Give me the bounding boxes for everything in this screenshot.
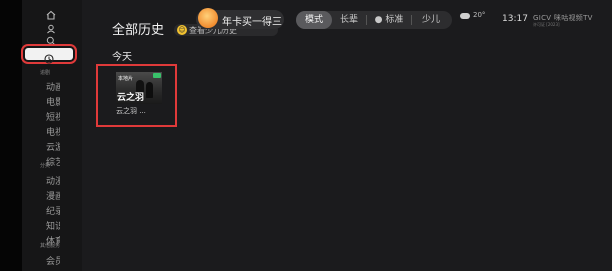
sidebar-heading-1: 追剧 (40, 70, 51, 76)
history-item-card[interactable]: 本地片 云之羽 云之羽 ... (96, 64, 177, 127)
history-item-title: 云之羽 ... (116, 107, 146, 115)
thumbnail-figure (146, 82, 153, 98)
sidebar-item[interactable]: 知识 (46, 219, 60, 232)
home-icon[interactable] (46, 10, 56, 20)
video-thumbnail: 本地片 云之羽 (116, 72, 162, 104)
cloud-icon (460, 13, 470, 19)
check-icon: ● (374, 15, 383, 25)
sidebar-item[interactable]: 短视频 (46, 110, 60, 123)
mode-tab-kids[interactable]: 少儿 (412, 11, 450, 29)
weather-widget: 20° (460, 11, 490, 23)
history-icon (44, 49, 54, 64)
sidebar-item[interactable]: 动画 (46, 80, 60, 93)
smile-icon: ☺ (177, 25, 187, 35)
sidebar-item[interactable]: 会员 (46, 254, 60, 267)
sidebar-heading-3: 其他服务 (40, 243, 61, 249)
user-icon[interactable] (46, 24, 56, 34)
sidebar-heading-2: 分类 (40, 163, 51, 169)
annual-card-promo[interactable]: 年卡买一得三 (196, 8, 284, 29)
mascot-avatar (198, 8, 218, 28)
clock: 13:17 (502, 14, 528, 24)
annual-card-label: 年卡买一得三 (222, 17, 282, 28)
mode-tab-elder[interactable]: 长辈 (332, 11, 366, 29)
sidebar-item[interactable]: 电视剧 (46, 125, 60, 138)
search-icon[interactable] (46, 36, 56, 46)
sidebar-item[interactable]: 云游戏 (46, 140, 60, 153)
sidebar-item[interactable]: 动漫 (46, 174, 60, 187)
mode-tab-standard[interactable]: ● 标准 (367, 11, 411, 29)
vip-badge (153, 73, 161, 78)
temperature: 20° (473, 11, 486, 19)
sidebar-item[interactable]: 漫画 (46, 189, 60, 202)
thumbnail-title-overlay: 云之羽 (117, 93, 145, 103)
mode-selector: 模式 长辈 ● 标准 少儿 (296, 11, 452, 29)
sidebar-item[interactable]: 电影 (46, 95, 60, 108)
thumbnail-tag: 本地片 (118, 76, 134, 82)
mode-tab-standard-label: 标准 (385, 15, 404, 25)
page-title: 全部历史 (112, 23, 165, 38)
left-edge-bar (0, 0, 22, 271)
license-text: 许可证 [2023] (533, 22, 560, 27)
mode-tab-label[interactable]: 模式 (296, 11, 332, 29)
sidebar-item[interactable]: 纪录片 (46, 204, 60, 217)
section-today: 今天 (112, 52, 132, 63)
sidebar-item-history[interactable] (21, 44, 77, 64)
